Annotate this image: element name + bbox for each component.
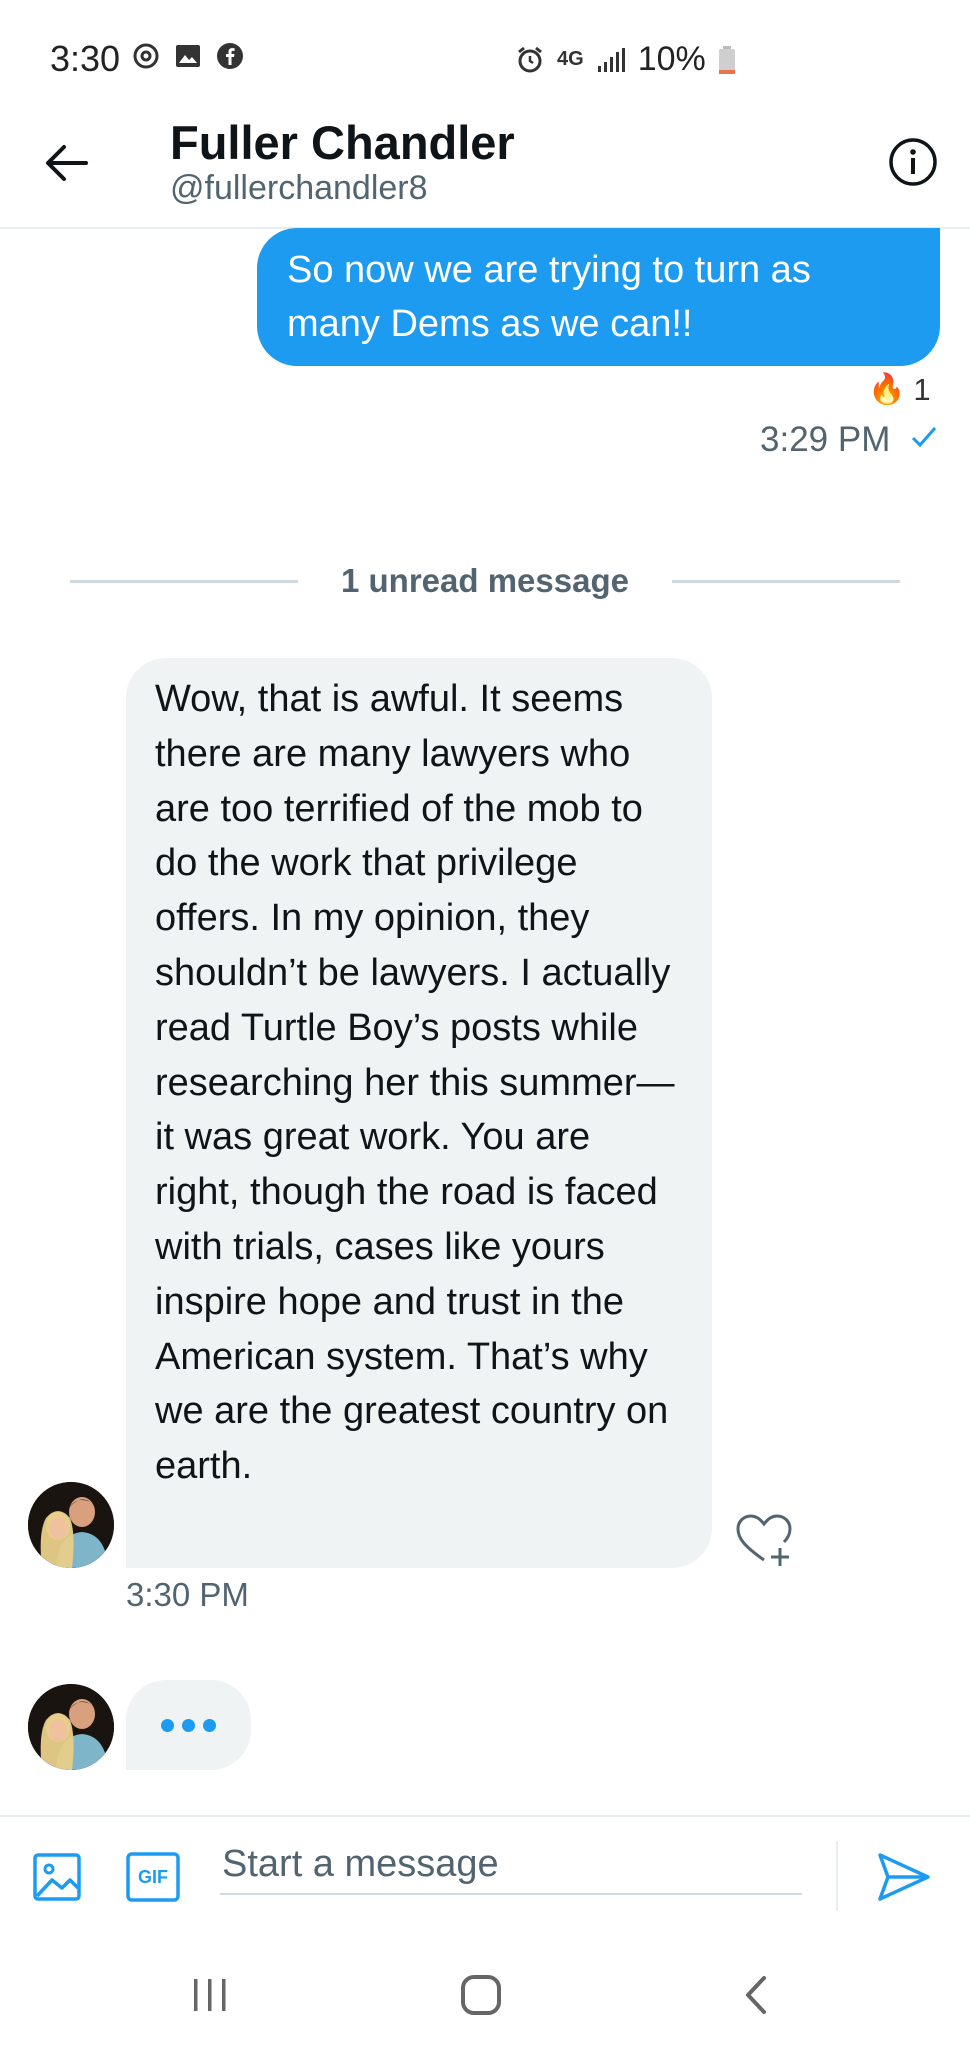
fire-icon: 🔥 — [868, 373, 906, 406]
system-navigation-bar — [0, 1940, 970, 2048]
heart-plus-icon[interactable] — [734, 1512, 794, 1568]
network-type-label: 4G — [557, 48, 584, 70]
gif-button[interactable]: GIF — [126, 1852, 180, 1902]
signal-icon — [597, 47, 625, 72]
message-input[interactable] — [220, 1835, 802, 1895]
avatar-photo — [28, 1684, 114, 1770]
status-time: 3:30 — [50, 38, 121, 79]
unread-divider-label: 1 unread message — [341, 562, 629, 599]
reaction-count: 1 — [913, 372, 931, 407]
notification-icons — [132, 42, 244, 70]
contact-name[interactable]: Fuller Chandler — [170, 115, 515, 170]
send-icon[interactable] — [874, 1847, 934, 1907]
alarm-icon — [518, 46, 542, 72]
back-nav-icon[interactable] — [740, 1974, 770, 2016]
conversation-header: Fuller Chandler @fullerchandler8 — [0, 115, 970, 229]
divider-line-left — [70, 580, 298, 583]
system-icons: 4G 10% — [515, 40, 736, 79]
gif-label: GIF — [138, 1866, 168, 1887]
sync-notification-icon — [133, 43, 159, 69]
battery-percent: 10% — [637, 40, 706, 78]
divider-line-right — [672, 580, 900, 583]
sent-message-bubble[interactable]: So now we are trying to turn as many Dem… — [257, 228, 940, 366]
typing-dot — [182, 1718, 195, 1732]
avatar[interactable] — [28, 1684, 114, 1770]
avatar-photo — [28, 1482, 114, 1568]
arrow-left-icon — [46, 145, 88, 181]
contact-handle[interactable]: @fullerchandler8 — [170, 169, 428, 208]
composer-divider — [836, 1841, 838, 1911]
sent-message-time: 3:29 PM — [760, 420, 891, 459]
avatar[interactable] — [28, 1482, 114, 1568]
received-message-bubble[interactable]: Wow, that is awful. It seems there are m… — [126, 658, 712, 1568]
typing-dot — [161, 1718, 174, 1732]
info-icon — [889, 138, 937, 186]
status-bar: 3:30 4G 10% — [0, 0, 970, 115]
image-icon[interactable] — [32, 1852, 82, 1902]
facebook-notification-icon — [217, 43, 243, 69]
typing-dot — [203, 1718, 216, 1732]
gallery-notification-icon — [176, 45, 200, 67]
battery-icon — [718, 45, 735, 74]
received-message-time: 3:30 PM — [126, 1576, 249, 1613]
message-composer: GIF — [0, 1815, 970, 1935]
home-icon[interactable] — [460, 1974, 502, 2016]
recent-apps-icon[interactable] — [190, 1975, 230, 2015]
typing-indicator — [126, 1680, 251, 1770]
back-button[interactable] — [38, 135, 94, 191]
info-button[interactable] — [886, 135, 940, 189]
check-icon — [911, 427, 937, 448]
message-reaction[interactable]: 🔥 1 — [868, 372, 931, 408]
